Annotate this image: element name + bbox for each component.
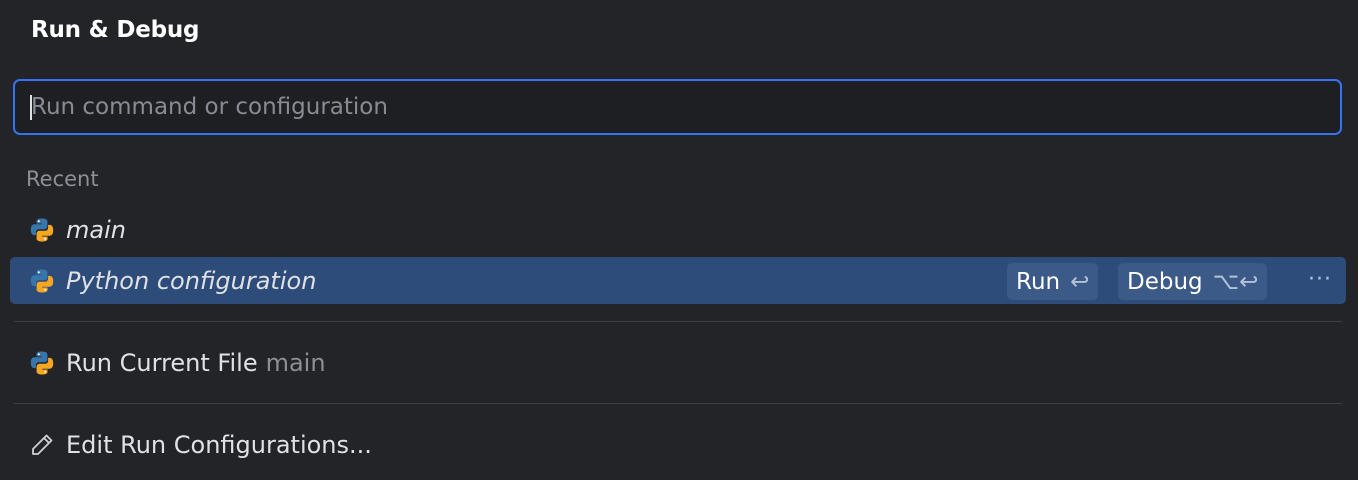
section-label-recent: Recent [26,167,99,191]
debug-button[interactable]: Debug ⌥↩ [1118,263,1268,300]
option-enter-key-icon: ⌥↩ [1212,268,1259,295]
recent-item-main[interactable]: main [10,206,1346,253]
edit-run-configurations-item[interactable]: Edit Run Configurations... [10,421,1346,468]
recent-item-label: Python configuration [66,266,317,295]
divider [14,321,1342,322]
run-current-file-title: Run Current File [66,348,258,377]
pencil-icon [32,434,53,455]
divider [14,403,1342,404]
enter-key-icon: ↩ [1070,268,1090,295]
run-debug-popup: Run & Debug Recent main Python configura… [0,0,1358,480]
popup-title: Run & Debug [31,17,200,43]
edit-run-configurations-label: Edit Run Configurations... [66,430,372,459]
recent-item-python-configuration[interactable]: Python configuration Run ↩ Debug ⌥↩ ··· [10,257,1346,304]
more-options-icon[interactable]: ··· [1308,267,1332,292]
run-button-label: Run [1016,268,1061,295]
run-current-file-context: main [265,348,326,377]
debug-button-label: Debug [1127,268,1203,295]
run-current-file-item[interactable]: Run Current File main [10,339,1346,386]
python-icon [30,351,54,375]
search-input[interactable] [31,81,1321,133]
run-button[interactable]: Run ↩ [1007,263,1099,300]
search-field[interactable] [13,79,1342,135]
recent-item-label: main [66,215,126,244]
python-icon [30,218,54,242]
python-icon [30,269,54,293]
run-current-file-label: Run Current File main [66,349,326,377]
